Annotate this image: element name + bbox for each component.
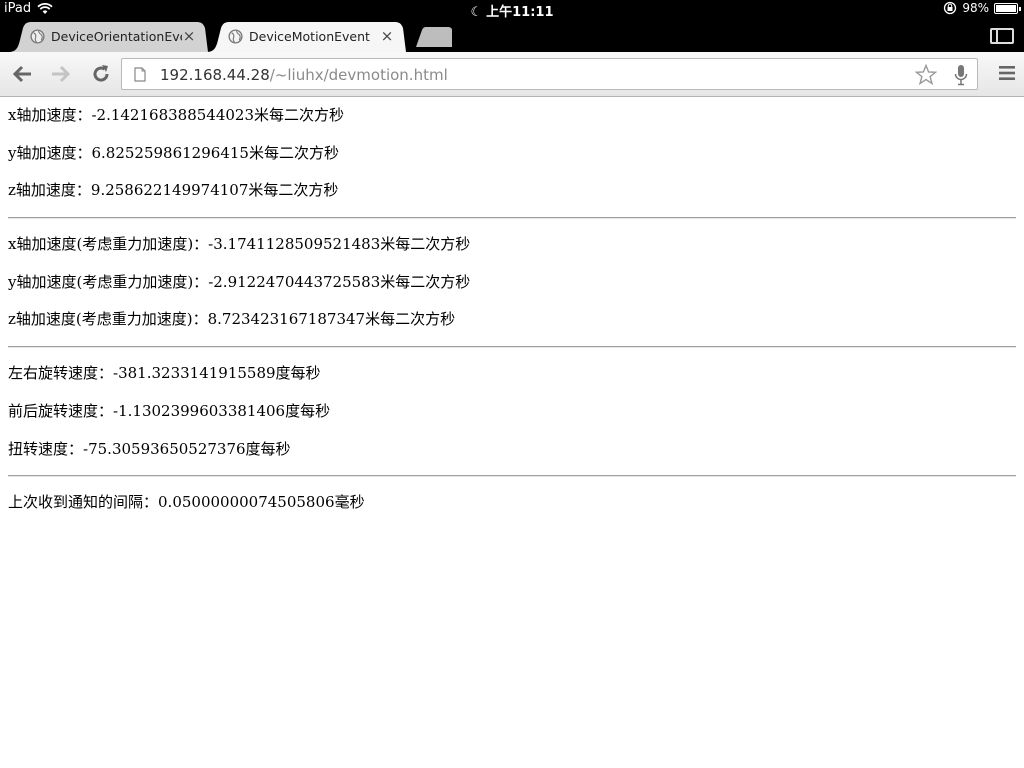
y-acceleration: y轴加速度：6.825259861296415米每二次方秒 <box>8 135 1024 173</box>
tab-switcher-icon[interactable] <box>990 28 1014 44</box>
label: y轴加速度： <box>8 143 92 162</box>
label: 上次收到通知的间隔： <box>8 493 159 512</box>
value: -381.3233141915589度每秒 <box>113 364 321 383</box>
z-acceleration: z轴加速度：9.258622149974107米每二次方秒 <box>8 172 1024 210</box>
clock-time: 上午11:11 <box>486 5 554 20</box>
label: 扭转速度： <box>8 439 84 458</box>
acceleration-including-gravity-section: x轴加速度(考虑重力加速度)：-3.1741128509521483米每二次方秒… <box>0 226 1024 339</box>
x-acceleration: x轴加速度：-2.142168388544023米每二次方秒 <box>8 97 1024 135</box>
battery-fill <box>996 4 1016 12</box>
close-tab-icon[interactable]: × <box>182 28 196 44</box>
acceleration-section: x轴加速度：-2.142168388544023米每二次方秒 y轴加速度：6.8… <box>0 97 1024 210</box>
tab-device-orientation-event[interactable]: DeviceOrientationEvent × <box>8 22 208 52</box>
tab-device-motion-event[interactable]: DeviceMotionEvent × <box>206 22 406 52</box>
close-tab-icon[interactable]: × <box>380 28 394 44</box>
browser-toolbar: 192.168.44.28/~liuhx/devmotion.html <box>0 52 1024 97</box>
bookmark-star-icon[interactable] <box>915 64 937 86</box>
y-acceleration-gravity: y轴加速度(考虑重力加速度)：-2.9122470443725583米每二次方秒 <box>8 264 1024 302</box>
page-content: x轴加速度：-2.142168388544023米每二次方秒 y轴加速度：6.8… <box>0 97 1024 768</box>
value: 9.258622149974107米每二次方秒 <box>90 181 339 200</box>
forward-arrow-icon <box>52 65 71 83</box>
status-bar: iPad ☾ 上午11:11 98% <box>0 0 1024 20</box>
value: -3.1741128509521483米每二次方秒 <box>208 235 471 254</box>
interval-section: 上次收到通知的间隔：0.05000000074505806毫秒 <box>0 484 1024 522</box>
value: -75.30593650527376度每秒 <box>83 439 291 458</box>
url-host: 192.168.44.28 <box>160 66 270 84</box>
globe-icon <box>30 29 45 44</box>
value: -2.142168388544023米每二次方秒 <box>91 106 345 124</box>
label: x轴加速度(考虑重力加速度)： <box>8 235 209 254</box>
interval: 上次收到通知的间隔：0.05000000074505806毫秒 <box>8 484 1024 522</box>
rotation-beta: 前后旋转速度：-1.1302399603381406度每秒 <box>8 393 1024 431</box>
divider <box>8 475 1016 478</box>
menu-icon[interactable] <box>998 65 1016 81</box>
rotation-gamma: 扭转速度：-75.30593650527376度每秒 <box>8 431 1024 469</box>
microphone-icon[interactable] <box>954 64 968 86</box>
battery-percent: 98% <box>962 1 989 15</box>
url-path: /~liuhx/devmotion.html <box>269 66 448 84</box>
status-bar-right: 98% <box>943 1 1021 15</box>
back-button[interactable] <box>9 62 35 86</box>
label: y轴加速度(考虑重力加速度)： <box>8 272 209 291</box>
z-acceleration-gravity: z轴加速度(考虑重力加速度)：8.723423167187347米每二次方秒 <box>8 301 1024 339</box>
divider <box>8 217 1016 220</box>
value: 6.825259861296415米每二次方秒 <box>91 143 339 162</box>
label: z轴加速度： <box>8 181 91 200</box>
label: z轴加速度(考虑重力加速度)： <box>8 310 208 329</box>
label: x轴加速度： <box>8 106 92 124</box>
new-tab-button[interactable] <box>414 27 454 47</box>
x-acceleration-gravity: x轴加速度(考虑重力加速度)：-3.1741128509521483米每二次方秒 <box>8 226 1024 264</box>
address-bar[interactable]: 192.168.44.28/~liuhx/devmotion.html <box>121 58 978 90</box>
battery-icon <box>994 2 1021 14</box>
forward-button[interactable] <box>48 62 74 86</box>
value: -2.9122470443725583米每二次方秒 <box>208 272 471 291</box>
value: 0.05000000074505806毫秒 <box>158 493 365 512</box>
tab-title: DeviceMotionEvent <box>249 29 370 44</box>
tab-title: DeviceOrientationEvent <box>51 29 182 44</box>
tab-strip: DeviceOrientationEvent × DeviceMotionEve… <box>0 20 1024 52</box>
page-icon <box>134 67 146 82</box>
status-bar-clock: ☾ 上午11:11 <box>0 1 1024 20</box>
url-text[interactable]: 192.168.44.28/~liuhx/devmotion.html <box>160 66 448 84</box>
divider <box>8 346 1016 349</box>
rotation-alpha: 左右旋转速度：-381.3233141915589度每秒 <box>8 355 1024 393</box>
value: 8.723423167187347米每二次方秒 <box>207 310 456 329</box>
rotation-rate-section: 左右旋转速度：-381.3233141915589度每秒 前后旋转速度：-1.1… <box>0 355 1024 468</box>
reload-icon <box>93 65 109 82</box>
orientation-lock-icon <box>944 1 957 15</box>
globe-icon <box>228 29 243 44</box>
value: -1.1302399603381406度每秒 <box>113 401 331 420</box>
do-not-disturb-moon-icon: ☾ <box>470 5 483 20</box>
back-arrow-icon <box>12 65 31 83</box>
label: 左右旋转速度： <box>8 364 114 383</box>
label: 前后旋转速度： <box>8 401 114 420</box>
reload-button[interactable] <box>88 62 114 86</box>
